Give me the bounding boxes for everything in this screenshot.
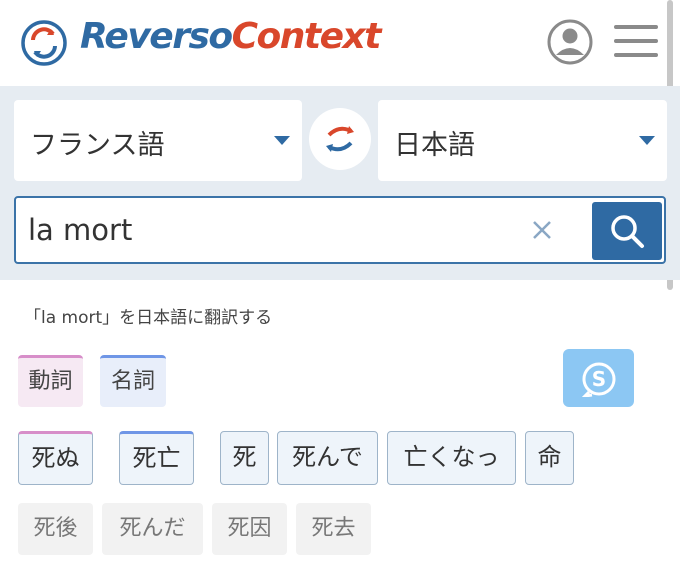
swap-languages-button[interactable] [309,108,371,170]
svg-text:S: S [592,367,606,391]
filter-noun[interactable]: 名詞 [100,355,166,407]
synonyms-button[interactable]: S [563,349,634,407]
search-panel: フランス語 日本語 [0,86,680,280]
target-language-label: 日本語 [394,130,475,161]
search-button[interactable] [592,202,662,260]
hamburger-menu-icon[interactable] [614,25,658,59]
logo-context: Context [231,16,382,57]
synonyms-s-icon: S [581,362,616,397]
logo-reverso: Reverso [80,16,233,57]
more-translation-item[interactable]: 死後 [18,503,93,555]
search-icon [611,215,644,248]
header: ReversoContext [0,0,680,86]
user-circle-icon[interactable] [547,19,593,65]
translation-item[interactable]: 死亡 [119,431,194,485]
translation-item[interactable]: 命 [525,431,574,485]
reverso-logo-icon[interactable] [20,19,68,67]
translation-item[interactable]: 亡くなっ [387,431,516,485]
translation-item[interactable]: 死んで [277,431,378,485]
translation-item[interactable]: 死ぬ [18,431,93,485]
more-translation-item[interactable]: 死んだ [102,503,203,555]
translate-subtitle: 「la mort」を日本語に翻訳する [24,308,273,328]
target-language-select[interactable]: 日本語 [378,100,667,181]
translation-item[interactable]: 死 [220,431,269,485]
search-box [14,196,666,264]
more-translation-item[interactable]: 死因 [212,503,287,555]
source-language-select[interactable]: フランス語 [14,100,302,181]
logo-text[interactable]: ReversoContext [80,16,382,57]
source-language-label: フランス語 [30,130,165,161]
filter-verb[interactable]: 動詞 [18,355,83,407]
swap-arrows-icon [326,126,354,152]
chevron-down-icon [639,136,655,145]
more-translation-item[interactable]: 死去 [296,503,371,555]
search-input[interactable] [28,208,508,252]
close-icon[interactable] [527,215,557,245]
chevron-down-icon [274,136,290,145]
